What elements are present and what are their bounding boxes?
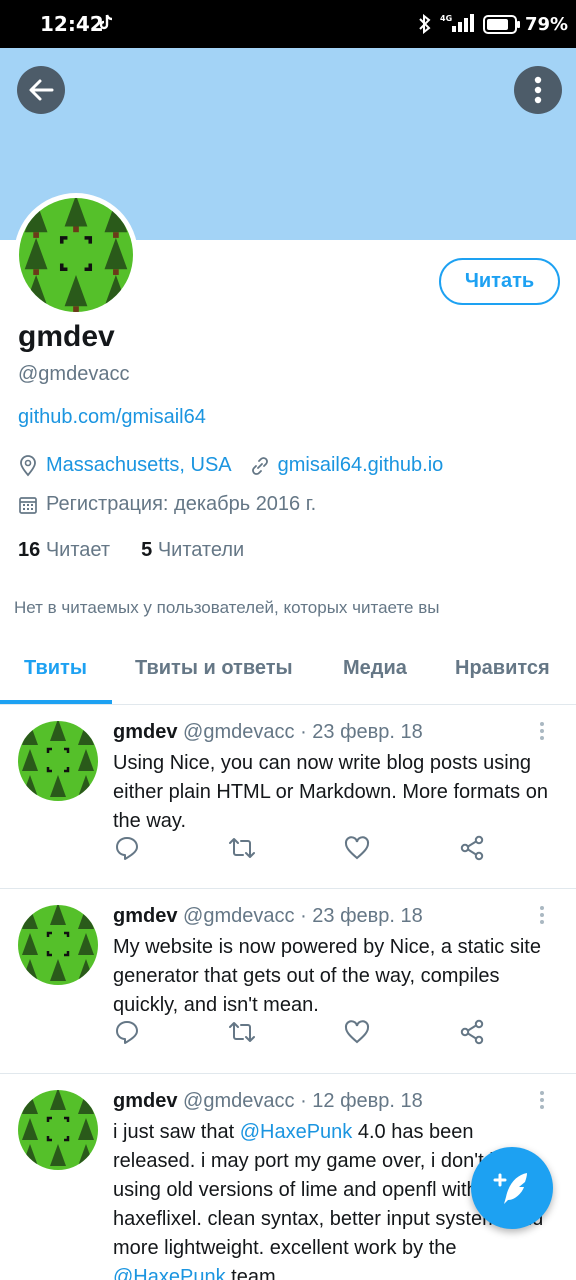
tweet[interactable]: gmdev @gmdevacc · 23 февр. 18 My website… <box>0 889 576 1074</box>
tweet-author-name[interactable]: gmdev <box>113 905 177 927</box>
tweet-date: · 23 февр. 18 <box>300 721 423 743</box>
profile-website[interactable]: gmisail64.github.io <box>278 454 444 477</box>
tweet-author-handle: @gmdevacc <box>183 1090 295 1112</box>
share-icon <box>460 835 484 861</box>
follow-button[interactable]: Читать <box>439 258 560 305</box>
tweet-more-button[interactable] <box>538 721 546 746</box>
reply-icon <box>116 1021 138 1044</box>
more-vertical-icon <box>540 906 544 924</box>
tab-tweets-and-replies[interactable]: Твиты и ответы <box>135 657 293 680</box>
tweet-author-name[interactable]: gmdev <box>113 721 177 743</box>
retweet-button[interactable] <box>228 835 256 866</box>
bio-link[interactable]: github.com/gmisail64 <box>18 406 206 429</box>
profile-tabs: Твиты Твиты и ответы Медиа Нравится <box>0 645 576 705</box>
reply-button[interactable] <box>114 1019 140 1050</box>
tweet-actions <box>0 835 576 863</box>
mention-link[interactable]: @HaxePunk <box>240 1121 353 1143</box>
signal-icon: 4G <box>440 12 474 39</box>
profile-meta-row: Massachusetts, USA gmisail64.github.io <box>18 454 443 477</box>
battery-icon <box>483 15 521 40</box>
more-vertical-icon <box>540 1091 544 1109</box>
bluetooth-icon <box>418 13 432 39</box>
network-label: 4G <box>440 14 452 23</box>
tweet-date: · 12 февр. 18 <box>300 1090 423 1112</box>
retweet-icon <box>229 1022 255 1042</box>
compose-tweet-icon <box>493 1173 527 1204</box>
more-options-button[interactable] <box>514 66 562 114</box>
tweet-text: Using Nice, you can now write blog posts… <box>113 752 548 832</box>
tweet[interactable]: gmdev @gmdevacc · 23 февр. 18 Using Nice… <box>0 705 576 889</box>
tweet-header: gmdev @gmdevacc · 23 февр. 18 <box>113 905 423 928</box>
tweet-text: My website is now powered by Nice, a sta… <box>113 936 541 1016</box>
followers-count: 5 <box>141 539 153 561</box>
like-icon <box>344 1020 370 1044</box>
like-button[interactable] <box>344 835 370 866</box>
active-tab-indicator <box>0 700 112 704</box>
more-vertical-icon <box>534 76 542 104</box>
profile-location: Massachusetts, USA <box>46 454 232 476</box>
profile-avatar[interactable] <box>14 193 138 317</box>
tweet-text-part: i just saw that <box>113 1121 240 1143</box>
forest-avatar-image <box>18 721 98 801</box>
mention-link[interactable]: @HaxePunk <box>113 1266 226 1280</box>
joined-date: Регистрация: декабрь 2016 г. <box>46 493 317 515</box>
tweet-author-handle: @gmdevacc <box>183 721 295 743</box>
link-icon <box>251 456 268 475</box>
tweet-actions <box>0 1019 576 1047</box>
tab-media[interactable]: Медиа <box>343 657 407 680</box>
forest-avatar-image <box>18 1090 98 1170</box>
following-count: 16 <box>18 539 41 561</box>
followers-label: Читатели <box>157 539 245 561</box>
battery-level: 79% <box>525 14 569 35</box>
following-label: Читает <box>45 539 110 561</box>
tweet-avatar[interactable] <box>18 721 98 801</box>
tweet-header: gmdev @gmdevacc · 12 февр. 18 <box>113 1090 423 1113</box>
forest-avatar-image <box>19 198 133 312</box>
follow-counts: 16 Читает 5 Читатели <box>18 539 244 562</box>
tab-likes[interactable]: Нравится <box>455 657 550 680</box>
tweet-avatar[interactable] <box>18 1090 98 1170</box>
profile-name: gmdev <box>18 320 115 353</box>
tweet-avatar[interactable] <box>18 905 98 985</box>
tweet-author-name[interactable]: gmdev <box>113 1090 177 1112</box>
forest-avatar-image <box>18 905 98 985</box>
retweet-button[interactable] <box>228 1019 256 1050</box>
status-bar: 12:42 4G 79% <box>0 0 576 48</box>
share-button[interactable] <box>459 1019 485 1050</box>
like-button[interactable] <box>344 1019 370 1050</box>
tweet-more-button[interactable] <box>538 905 546 930</box>
location-icon <box>20 454 36 476</box>
retweet-icon <box>229 838 255 858</box>
followers-link[interactable]: 5 Читатели <box>141 539 244 561</box>
share-button[interactable] <box>459 835 485 866</box>
back-arrow-icon <box>29 79 54 101</box>
compose-tweet-button[interactable] <box>471 1147 553 1229</box>
share-icon <box>460 1019 484 1045</box>
tweet-header: gmdev @gmdevacc · 23 февр. 18 <box>113 721 423 744</box>
calendar-icon <box>19 496 37 514</box>
back-button[interactable] <box>17 66 65 114</box>
mutual-followers-note: Нет в читаемых у пользователей, которых … <box>14 598 440 617</box>
status-time: 12:42 <box>40 12 104 36</box>
tiktok-icon <box>98 14 114 37</box>
joined-row: Регистрация: декабрь 2016 г. <box>18 493 316 516</box>
tweet-date: · 23 февр. 18 <box>300 905 423 927</box>
tweet-text-part: team. <box>225 1266 282 1280</box>
more-vertical-icon <box>540 722 544 740</box>
following-link[interactable]: 16 Читает <box>18 539 110 561</box>
tweet-more-button[interactable] <box>538 1090 546 1115</box>
like-icon <box>344 836 370 860</box>
reply-button[interactable] <box>114 835 140 866</box>
tweet-author-handle: @gmdevacc <box>183 905 295 927</box>
tab-tweets[interactable]: Твиты <box>24 657 87 680</box>
profile-handle: @gmdevacc <box>18 363 130 385</box>
reply-icon <box>116 837 138 860</box>
